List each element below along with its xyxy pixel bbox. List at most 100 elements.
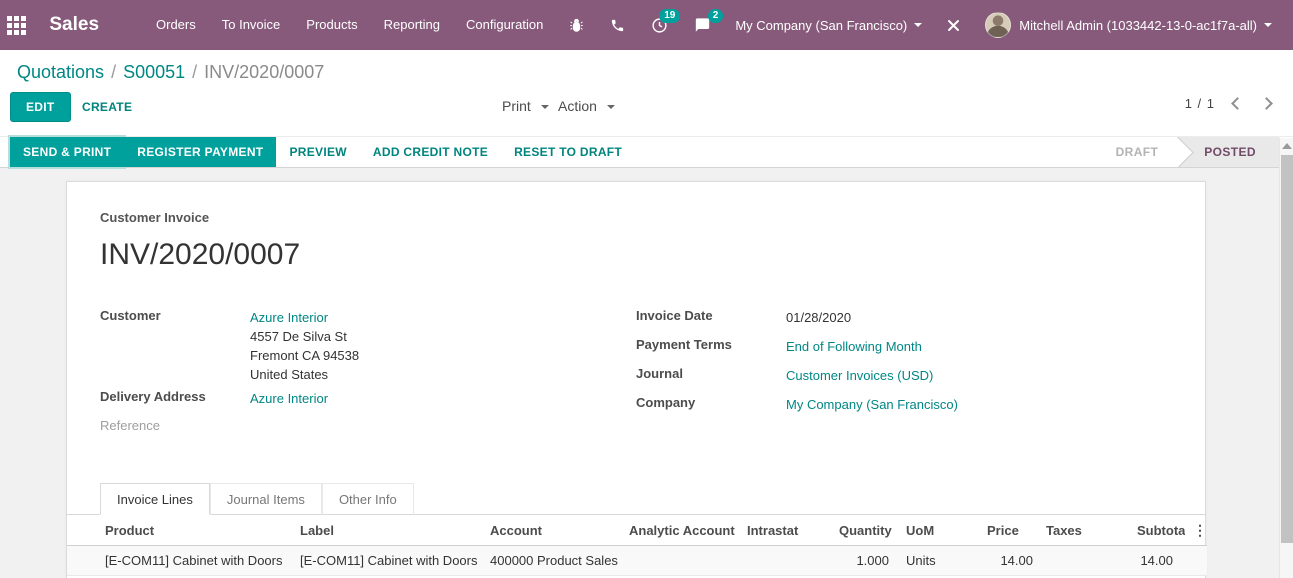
action-dropdown[interactable]: Action [558, 98, 615, 114]
activity-count-badge: 19 [659, 9, 680, 23]
state-posted[interactable]: POSTED [1178, 137, 1279, 167]
delivery-address-value-link[interactable]: Azure Interior [250, 391, 328, 406]
tab-invoice-lines[interactable]: Invoice Lines [100, 483, 210, 515]
notebook-tabs: Invoice Lines Journal Items Other Info [67, 483, 1205, 515]
invoice-lines-table: Product Label Account Analytic Account I… [67, 515, 1207, 576]
preview-button[interactable]: PREVIEW [276, 137, 359, 167]
vertical-scrollbar[interactable] [1279, 138, 1293, 578]
user-menu[interactable]: Mitchell Admin (1033442-13-0-ac1f7a-all) [974, 0, 1283, 50]
tab-journal-items[interactable]: Journal Items [210, 483, 322, 515]
apps-grid-icon [7, 16, 26, 35]
delivery-address-field: Delivery Address Azure Interior [100, 389, 636, 408]
odoo-window: Sales Orders To Invoice Products Reporti… [0, 0, 1293, 578]
payment-terms-value-link[interactable]: End of Following Month [786, 339, 922, 354]
cell-product[interactable]: [E-COM11] Cabinet with Doors [67, 546, 292, 576]
invoice-date-label: Invoice Date [636, 308, 786, 327]
company-value-link[interactable]: My Company (San Francisco) [786, 397, 958, 412]
apps-menu-button[interactable] [0, 0, 32, 50]
add-credit-note-button[interactable]: ADD CREDIT NOTE [360, 137, 501, 167]
journal-label: Journal [636, 366, 786, 385]
invoice-date-value[interactable]: 01/28/2020 [786, 308, 851, 327]
breadcrumb-s00051[interactable]: S00051 [123, 62, 185, 82]
col-label[interactable]: Label [292, 515, 482, 546]
breadcrumb-quotations[interactable]: Quotations [17, 62, 104, 82]
col-product[interactable]: Product [67, 515, 292, 546]
cell-account[interactable]: 400000 Product Sales [482, 546, 621, 576]
invoice-date-field: Invoice Date 01/28/2020 [636, 308, 1172, 327]
menu-products[interactable]: Products [293, 0, 370, 50]
top-navbar: Sales Orders To Invoice Products Reporti… [0, 0, 1293, 50]
chevron-down-icon [607, 105, 615, 109]
payment-terms-label: Payment Terms [636, 337, 786, 356]
breadcrumb-separator: / [111, 62, 116, 82]
menu-to-invoice[interactable]: To Invoice [209, 0, 294, 50]
company-name: My Company (San Francisco) [735, 18, 907, 33]
app-title[interactable]: Sales [49, 14, 99, 36]
navbar-systray: 19 2 My Company (San Francisco) Mitchell… [556, 0, 1293, 50]
invoice-number-title: INV/2020/0007 [100, 238, 1172, 272]
breadcrumb: Quotations/S00051/INV/2020/0007 [0, 50, 1293, 83]
menu-orders[interactable]: Orders [143, 0, 209, 50]
control-panel: Quotations/S00051/INV/2020/0007 EDIT CRE… [0, 50, 1293, 136]
table-row[interactable]: [E-COM11] Cabinet with Doors [E-COM11] C… [67, 546, 1207, 576]
voip-phone-button[interactable] [597, 0, 638, 50]
tools-icon [946, 18, 961, 33]
reference-field: Reference [100, 418, 636, 433]
register-payment-button[interactable]: REGISTER PAYMENT [124, 137, 276, 167]
journal-value-link[interactable]: Customer Invoices (USD) [786, 368, 933, 383]
create-button[interactable]: CREATE [72, 92, 142, 122]
cell-price[interactable]: 14.00 [979, 546, 1036, 576]
print-dropdown[interactable]: Print [502, 98, 549, 114]
tab-other-info[interactable]: Other Info [322, 483, 414, 515]
print-label: Print [502, 98, 531, 114]
support-tools-button[interactable] [933, 0, 974, 50]
debug-bug-button[interactable] [556, 0, 597, 50]
invoice-field-groups: Customer Azure Interior 4557 De Silva St… [100, 308, 1172, 443]
statusbar-buttons: SEND & PRINT REGISTER PAYMENT PREVIEW AD… [0, 137, 1293, 167]
cell-uom[interactable]: Units [901, 546, 979, 576]
customer-address-street: 4557 De Silva St [250, 327, 359, 346]
customer-field: Customer Azure Interior 4557 De Silva St… [100, 308, 636, 384]
form-statusbar: SEND & PRINT REGISTER PAYMENT PREVIEW AD… [0, 136, 1293, 168]
col-quantity[interactable]: Quantity [831, 515, 901, 546]
col-subtotal[interactable]: Subtotal [1129, 515, 1185, 546]
activities-button[interactable]: 19 [638, 0, 681, 50]
menu-configuration[interactable]: Configuration [453, 0, 556, 50]
cell-subtotal[interactable]: 14.00 [1129, 546, 1185, 576]
col-intrastat[interactable]: Intrastat [739, 515, 831, 546]
col-price[interactable]: Price [979, 515, 1036, 546]
payment-terms-field: Payment Terms End of Following Month [636, 337, 1172, 356]
table-header-row: Product Label Account Analytic Account I… [67, 515, 1207, 546]
edit-button[interactable]: EDIT [10, 92, 71, 122]
cell-quantity[interactable]: 1.000 [831, 546, 901, 576]
company-switcher[interactable]: My Company (San Francisco) [724, 0, 933, 50]
action-label: Action [558, 98, 597, 114]
col-analytic-account[interactable]: Analytic Account [621, 515, 739, 546]
company-field: Company My Company (San Francisco) [636, 395, 1172, 414]
reset-to-draft-button[interactable]: RESET TO DRAFT [501, 137, 635, 167]
optional-columns-icon[interactable]: ⋮ [1185, 515, 1207, 546]
journal-field: Journal Customer Invoices (USD) [636, 366, 1172, 385]
send-and-print-button[interactable]: SEND & PRINT [10, 137, 124, 167]
pager-next-icon[interactable] [1260, 97, 1273, 110]
cell-analytic-account[interactable] [621, 546, 739, 576]
main-menu: Orders To Invoice Products Reporting Con… [143, 0, 556, 50]
cell-taxes[interactable] [1036, 546, 1129, 576]
user-name: Mitchell Admin (1033442-13-0-ac1f7a-all) [1019, 18, 1257, 33]
col-account[interactable]: Account [482, 515, 621, 546]
scrollbar-up-arrow-icon[interactable] [1282, 143, 1292, 149]
left-field-group: Customer Azure Interior 4557 De Silva St… [100, 308, 636, 443]
breadcrumb-current: INV/2020/0007 [204, 62, 324, 82]
cell-label[interactable]: [E-COM11] Cabinet with Doors [292, 546, 482, 576]
chevron-down-icon [914, 23, 922, 27]
customer-value-link[interactable]: Azure Interior [250, 310, 328, 325]
customer-address-country: United States [250, 365, 359, 384]
pager-previous-icon[interactable] [1231, 97, 1244, 110]
col-uom[interactable]: UoM [901, 515, 979, 546]
col-taxes[interactable]: Taxes [1036, 515, 1129, 546]
cell-intrastat[interactable] [739, 546, 831, 576]
menu-reporting[interactable]: Reporting [371, 0, 453, 50]
message-count-badge: 2 [708, 9, 724, 23]
messages-button[interactable]: 2 [681, 0, 724, 50]
scrollbar-thumb[interactable] [1281, 155, 1293, 543]
